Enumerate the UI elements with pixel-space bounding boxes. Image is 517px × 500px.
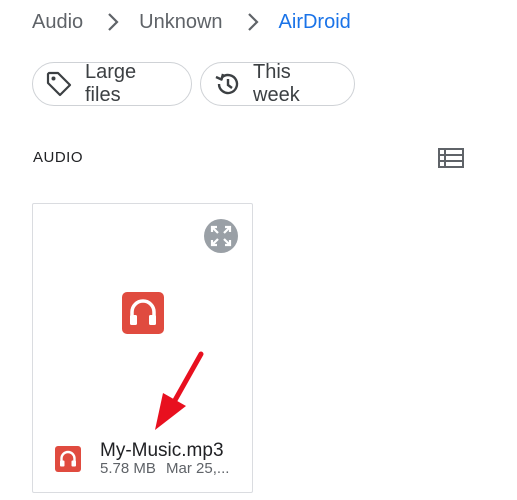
- history-icon: [213, 70, 241, 98]
- large-files-chip[interactable]: Large files: [32, 61, 192, 106]
- list-view-icon[interactable]: [437, 146, 465, 170]
- breadcrumb-item-unknown[interactable]: Unknown: [139, 11, 222, 34]
- headphones-icon: [122, 292, 164, 334]
- file-date: Mar 25,...: [166, 460, 230, 477]
- large-files-label: Large files: [85, 61, 137, 106]
- chevron-right-icon: [241, 10, 265, 34]
- this-week-chip[interactable]: This week: [200, 61, 355, 106]
- this-week-label: This week: [253, 61, 300, 106]
- section-title: AUDIO: [33, 149, 84, 166]
- file-size: 5.78 MB: [100, 460, 156, 477]
- breadcrumb: Audio Unknown AirDroid: [32, 8, 351, 36]
- file-card[interactable]: My-Music.mp3 5.78 MB Mar 25,...: [32, 203, 253, 493]
- files-browser: Audio Unknown AirDroid Large files This: [0, 0, 517, 500]
- breadcrumb-item-audio[interactable]: Audio: [32, 11, 83, 34]
- file-name: My-Music.mp3: [100, 440, 224, 461]
- fullscreen-icon[interactable]: [204, 219, 238, 253]
- breadcrumb-item-airdroid[interactable]: AirDroid: [279, 11, 351, 34]
- headphones-icon: [55, 446, 81, 472]
- tag-icon: [45, 70, 73, 98]
- file-meta: 5.78 MB Mar 25,...: [100, 460, 229, 477]
- chevron-right-icon: [101, 10, 125, 34]
